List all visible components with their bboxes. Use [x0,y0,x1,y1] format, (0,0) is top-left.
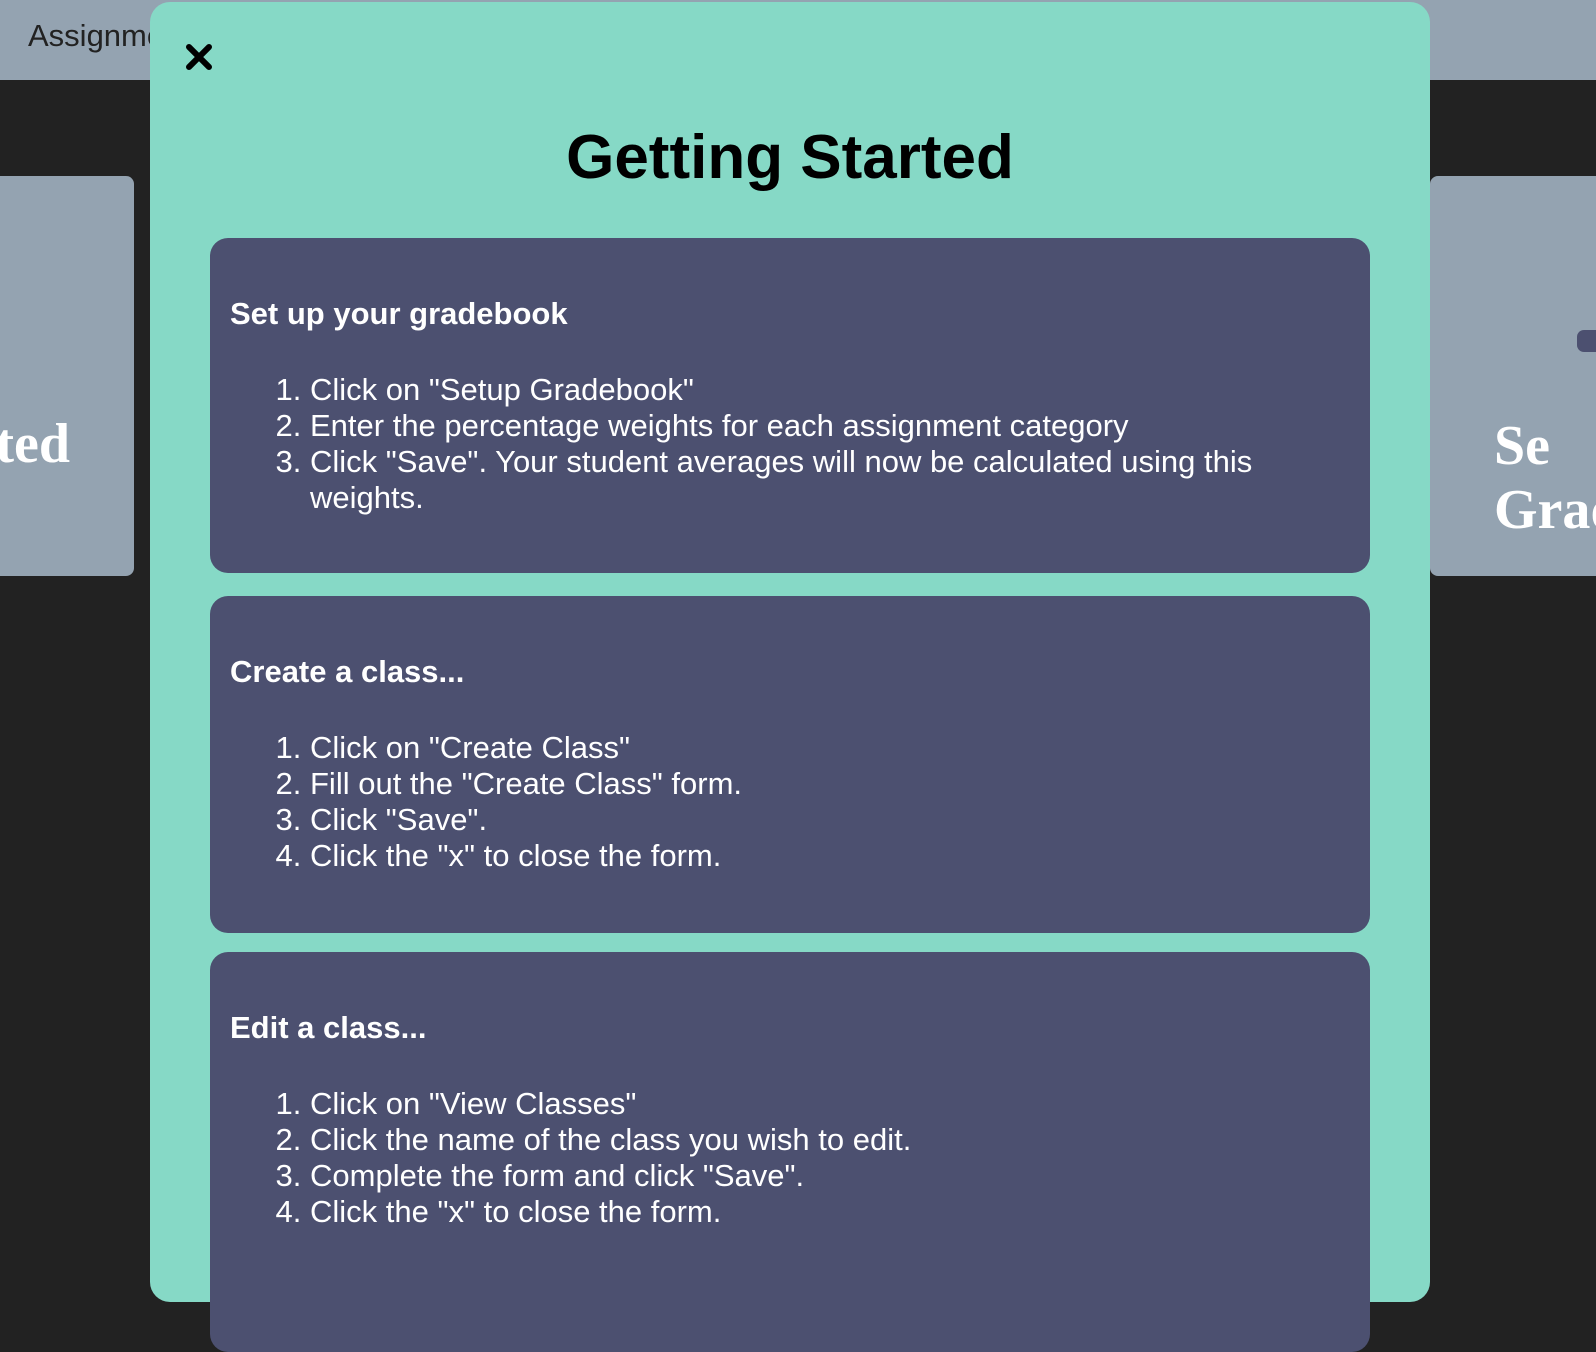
section-setup-gradebook: Set up your gradebook Click on "Setup Gr… [210,238,1370,573]
getting-started-card[interactable]: Getting Started [0,176,134,576]
step: Click on "Setup Gradebook" [310,372,1350,408]
step: Click the name of the class you wish to … [310,1122,1350,1158]
card-title: SeGrad [1494,415,1596,541]
steps-list: Click on "View Classes" Click the name o… [230,1086,1350,1230]
step: Click on "Create Class" [310,730,1350,766]
setup-gradebook-card[interactable]: SeGrad [1430,176,1596,576]
getting-started-modal: Getting Started Set up your gradebook Cl… [150,2,1430,1352]
section-heading: Set up your gradebook [230,296,568,331]
step: Click on "View Classes" [310,1086,1350,1122]
step: Click "Save". Your student averages will… [310,444,1350,516]
step: Click the "x" to close the form. [310,1194,1350,1230]
step: Click the "x" to close the form. [310,838,1350,874]
steps-list: Click on "Create Class" Fill out the "Cr… [230,730,1350,874]
step: Fill out the "Create Class" form. [310,766,1350,802]
close-icon[interactable] [184,42,214,72]
steps-list: Click on "Setup Gradebook" Enter the per… [230,372,1350,516]
card-title: Getting Started [0,413,70,475]
step: Complete the form and click "Save". [310,1158,1350,1194]
section-heading: Edit a class... [230,1010,427,1045]
step: Click "Save". [310,802,1350,838]
card-icon [1577,330,1596,352]
section-edit-class: Edit a class... Click on "View Classes" … [210,952,1370,1352]
step: Enter the percentage weights for each as… [310,408,1350,444]
section-heading: Create a class... [230,654,465,689]
modal-title: Getting Started [566,123,1014,192]
section-create-class: Create a class... Click on "Create Class… [210,596,1370,933]
